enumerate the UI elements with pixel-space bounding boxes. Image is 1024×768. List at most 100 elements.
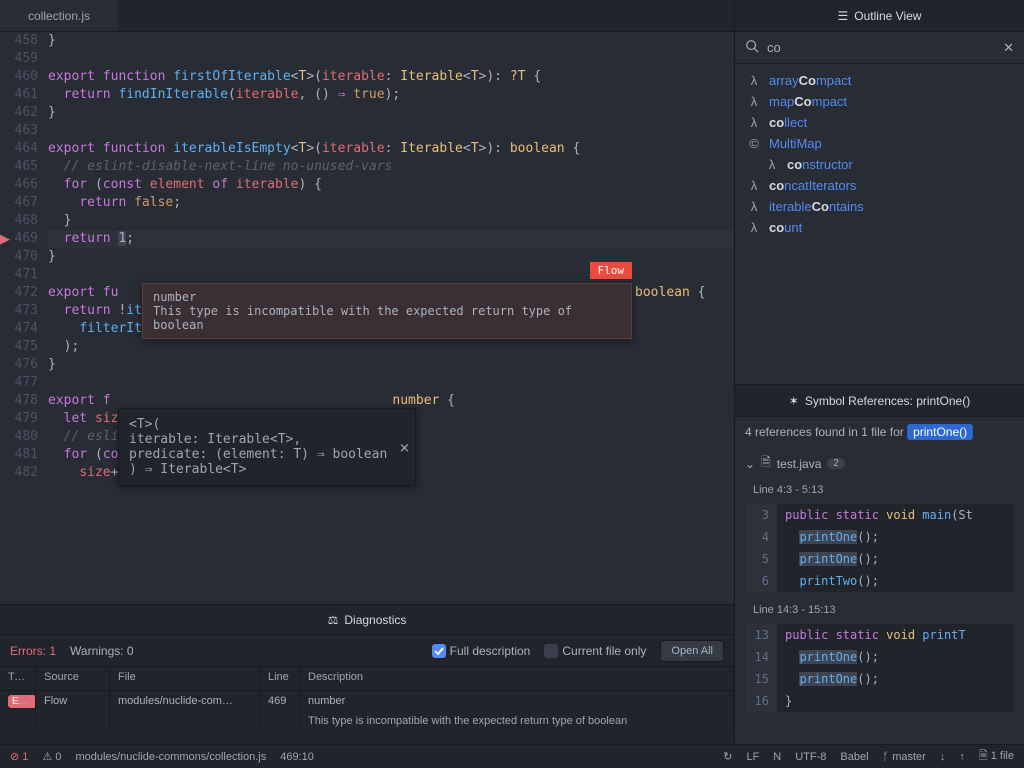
line-number[interactable]: 467 (0, 194, 38, 212)
reference-range[interactable]: Line 14:3 - 15:13 (735, 600, 1024, 620)
line-number[interactable]: 460 (0, 68, 38, 86)
symbol-pill: printOne() (907, 424, 973, 440)
status-encoding[interactable]: UTF-8 (795, 751, 826, 763)
download-icon[interactable]: ↓ (940, 751, 946, 763)
outline-item-label: iterableContains (769, 199, 864, 214)
status-warning-icon[interactable]: ⚠ 0 (42, 750, 61, 763)
code-snippet[interactable]: 13public static void printT14 printOne()… (745, 624, 1014, 712)
outline-search-input[interactable] (767, 40, 995, 55)
code-line[interactable]: } (48, 104, 734, 122)
line-number[interactable]: 476 (0, 356, 38, 374)
code-line[interactable]: ); (48, 338, 734, 356)
line-number[interactable]: 470 (0, 248, 38, 266)
outline-item[interactable]: λcount (735, 217, 1024, 238)
status-language[interactable]: Babel (840, 751, 868, 763)
code-editor[interactable]: 4584594604614624634644654664674684694704… (0, 32, 734, 604)
line-number[interactable]: 465 (0, 158, 38, 176)
code-line[interactable]: } (48, 356, 734, 374)
line-number[interactable]: 474 (0, 320, 38, 338)
lambda-icon: λ (747, 178, 761, 193)
outline-item[interactable]: λiterableContains (735, 196, 1024, 217)
code-line[interactable] (48, 374, 734, 392)
line-number[interactable]: 458 (0, 32, 38, 50)
clear-search-icon[interactable]: ✕ (1003, 40, 1014, 56)
outline-item[interactable]: λconstructor (735, 154, 1024, 175)
refresh-icon[interactable]: ↻ (723, 750, 732, 763)
status-line-ending[interactable]: LF (746, 751, 759, 763)
line-number[interactable]: 462 (0, 104, 38, 122)
outline-item-label: MultiMap (769, 136, 822, 151)
outline-item-label: concatIterators (769, 178, 856, 193)
open-all-button[interactable]: Open All (660, 640, 724, 662)
code-line[interactable]: } (48, 32, 734, 50)
reference-count-badge: 2 (827, 458, 845, 469)
code-line[interactable]: return 1; (48, 230, 734, 248)
diagnostics-row-detail: This type is incompatible with the expec… (0, 711, 734, 731)
outline-item-label: collect (769, 115, 807, 130)
line-number[interactable]: 466 (0, 176, 38, 194)
code-line[interactable] (48, 122, 734, 140)
line-number[interactable]: 479 (0, 410, 38, 428)
line-number[interactable]: 463 (0, 122, 38, 140)
outline-panel: ☰ Outline View ✕ λarrayCompactλmapCompac… (735, 0, 1024, 384)
outline-item[interactable]: λmapCompact (735, 91, 1024, 112)
code-line[interactable]: } (48, 212, 734, 230)
code-line[interactable]: for (const element of iterable) { (48, 176, 734, 194)
full-description-checkbox[interactable]: Full description (432, 644, 531, 658)
line-number[interactable]: 478 (0, 392, 38, 410)
scales-icon: ⚖ (328, 613, 339, 627)
error-popup-message: This type is incompatible with the expec… (153, 304, 621, 332)
line-number[interactable]: 459 (0, 50, 38, 68)
line-number[interactable]: 482 (0, 464, 38, 482)
checkbox-checked-icon (432, 644, 446, 658)
outline-item-label: arrayCompact (769, 73, 851, 88)
references-title: Symbol References: printOne() (805, 394, 970, 408)
class-icon: © (747, 136, 761, 151)
status-cursor-position[interactable]: 469:10 (280, 751, 314, 763)
diagnostics-row[interactable]: Er… Flow modules/nuclide-com… 469 number (0, 691, 734, 711)
flow-badge: Flow (590, 262, 633, 279)
code-line[interactable] (48, 50, 734, 68)
outline-item-label: constructor (787, 157, 853, 172)
reference-file-row[interactable]: ⌄ 🗎 test.java 2 (735, 447, 1024, 480)
editor-pane: collection.js 45845946046146246346446546… (0, 0, 735, 744)
status-error-icon[interactable]: ⊘ 1 (10, 750, 28, 763)
outline-item[interactable]: © MultiMap (735, 133, 1024, 154)
line-number[interactable]: 468 (0, 212, 38, 230)
status-file-count[interactable]: 🗎 1 file (979, 747, 1014, 766)
line-number[interactable]: 480 (0, 428, 38, 446)
line-number[interactable]: 477 (0, 374, 38, 392)
line-number[interactable]: 481 (0, 446, 38, 464)
close-icon[interactable]: ✕ (400, 438, 410, 457)
line-number[interactable]: 461 (0, 86, 38, 104)
code-line[interactable]: return findInIterable(iterable, () ⇒ tru… (48, 86, 734, 104)
current-file-only-checkbox[interactable]: Current file only (544, 644, 646, 658)
code-line[interactable]: export function iterableIsEmpty<T>(itera… (48, 140, 734, 158)
upload-icon[interactable]: ↑ (959, 751, 965, 763)
references-icon: ✶ (789, 394, 799, 408)
code-line[interactable]: // eslint-disable-next-line no-unused-va… (48, 158, 734, 176)
error-count: Errors: 1 (10, 644, 56, 658)
line-number[interactable]: 473 (0, 302, 38, 320)
outline-item[interactable]: λcollect (735, 112, 1024, 133)
lambda-icon: λ (747, 73, 761, 88)
status-git-branch[interactable]: ᚶ master (883, 751, 926, 763)
code-line[interactable]: export function firstOfIterable<T>(itera… (48, 68, 734, 86)
code-line[interactable]: return false; (48, 194, 734, 212)
tab-bar: collection.js (0, 0, 734, 32)
line-number[interactable]: 464 (0, 140, 38, 158)
line-number[interactable]: 475 (0, 338, 38, 356)
code-snippet[interactable]: 3public static void main(St4 printOne();… (745, 504, 1014, 592)
status-file-path[interactable]: modules/nuclide-commons/collection.js (75, 751, 266, 763)
line-number[interactable]: 471 (0, 266, 38, 284)
error-gutter-marker[interactable]: ▶ (0, 230, 8, 248)
outline-item[interactable]: λ arrayCompact (735, 70, 1024, 91)
line-number[interactable]: 472 (0, 284, 38, 302)
checkbox-unchecked-icon (544, 644, 558, 658)
status-mode[interactable]: N (773, 751, 781, 763)
reference-range[interactable]: Line 4:3 - 5:13 (735, 480, 1024, 500)
type-error-popup: Flow number This type is incompatible wi… (142, 283, 632, 339)
file-tab[interactable]: collection.js (0, 0, 118, 31)
outline-item[interactable]: λ concatIterators (735, 175, 1024, 196)
diagnostics-table-header: Ty… Source File Line Description (0, 667, 734, 691)
